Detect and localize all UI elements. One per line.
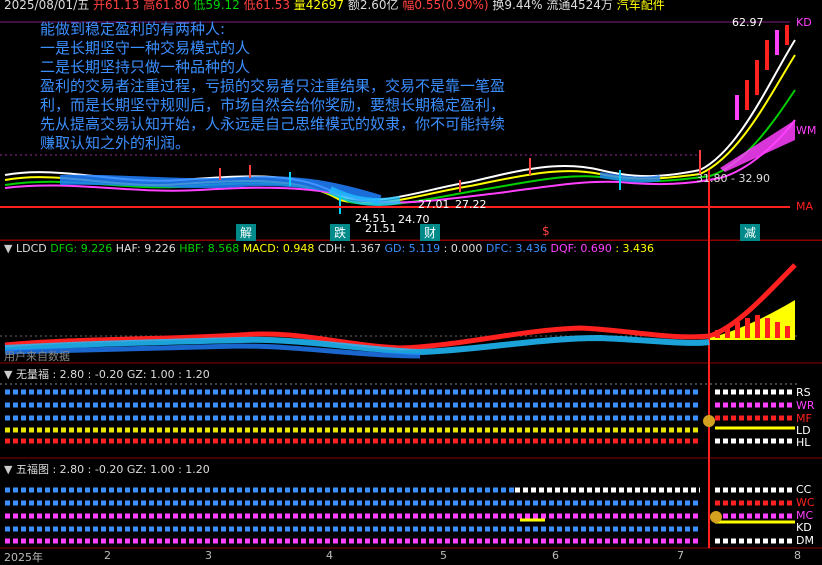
overlay-quote: 能做到稳定盈利的有两种人: 一是长期坚守一种交易模式的人 二是长期坚持只做一种品… xyxy=(40,20,560,153)
ldcd-dqf: DQF: 0.690 xyxy=(550,242,612,255)
ldcd-dfg: DFG: 9.226 xyxy=(50,242,113,255)
ldcd-macd: MACD: 0.948 xyxy=(242,242,315,255)
ldcd-cdh: CDH: 1.367 xyxy=(317,242,381,255)
x-axis-label: 2025年 xyxy=(4,551,43,564)
ldcd-footer: 用户来自数据 xyxy=(4,350,70,363)
wufutu-v1: : 2.80 xyxy=(52,463,85,476)
overlay-line: 先从提高交易认知开始，人永远是自己思维模式的奴隶，你不可能持续 xyxy=(40,115,506,133)
ldcd-header[interactable]: ▼ LDCD DFG: 9.226 HAF: 9.226 HBF: 8.568 … xyxy=(4,242,654,255)
ldcd-haf: HAF: 9.226 xyxy=(115,242,176,255)
overlay-line: 一是长期坚守一种交易模式的人 xyxy=(40,39,251,57)
overlay-line: 二是长期坚持只做一种品种的人 xyxy=(40,58,251,76)
collapse-icon[interactable]: ▼ xyxy=(4,463,12,476)
x-axis-label: 3 xyxy=(205,549,212,562)
ma-tag: MA xyxy=(796,200,814,213)
x-axis-label: 6 xyxy=(552,549,559,562)
label-b: 27.22 xyxy=(455,198,487,211)
ldcd-gd: GD: 5.119 xyxy=(384,242,441,255)
ldcd-last: : 3.436 xyxy=(615,242,655,255)
overlay-line: 利，而是长期坚守规则后，市场自然会给你奖励，要想长期稳定盈利， xyxy=(40,96,506,114)
signal-label: 跌 xyxy=(330,224,351,241)
ldcd-hbf: HBF: 8.568 xyxy=(179,242,240,255)
money-bag-icon xyxy=(703,415,715,427)
price-high-label: 62.97 xyxy=(732,16,764,29)
wft-tag: CC xyxy=(796,483,812,496)
wuliangfu-header[interactable]: ▼ 无量福 : 2.80 : -0.20 GZ: 1.00 : 1.20 xyxy=(4,366,210,382)
ldcd-dfc: DFC: 3.436 xyxy=(485,242,548,255)
x-axis-label: 4 xyxy=(326,549,333,562)
wlf-tag: RS xyxy=(796,386,811,399)
wufutu-v3: : 1.20 xyxy=(178,463,210,476)
overlay-line: 能做到稳定盈利的有两种人: xyxy=(40,20,226,38)
money-bag-icon xyxy=(710,511,722,523)
wufutu-header[interactable]: ▼ 五福图 : 2.80 : -0.20 GZ: 1.00 : 1.20 xyxy=(4,461,210,477)
wuliangfu-v1: : 2.80 xyxy=(52,368,85,381)
wuliangfu-gz: GZ: 1.00 xyxy=(126,368,175,381)
x-axis-label: 5 xyxy=(440,549,447,562)
wft-tag: KD xyxy=(796,521,812,534)
ldcd-zero: : 0.000 xyxy=(443,242,483,255)
x-axis-label: 2 xyxy=(104,549,111,562)
wuliangfu-name: 无量福 xyxy=(15,368,49,381)
collapse-icon[interactable]: ▼ xyxy=(4,368,12,381)
signal-label: 减 xyxy=(740,224,761,241)
collapse-icon[interactable]: ▼ xyxy=(4,242,12,255)
x-axis-label: 7 xyxy=(677,549,684,562)
wft-tag: DM xyxy=(796,534,814,547)
ldcd-name: LDCD xyxy=(15,242,47,255)
wuliangfu-v3: : 1.20 xyxy=(178,368,210,381)
overlay-line: 盈利的交易者注重过程，亏损的交易者只注重结果，交易不是靠一笔盈 xyxy=(40,77,506,95)
range-label: 31.80 - 32.90 xyxy=(696,172,770,185)
overlay-line: 赚取认知之外的利润。 xyxy=(40,134,191,152)
wufutu-name: 五福图 xyxy=(15,463,49,476)
wufutu-rows xyxy=(5,487,795,544)
x-axis-label: 8 xyxy=(794,549,801,562)
signal-label: 解 xyxy=(236,224,257,241)
label-a: 27.01 xyxy=(418,198,450,211)
wft-tag: WC xyxy=(796,496,815,509)
wlf-tag: WR xyxy=(796,399,815,412)
wlf-tag: HL xyxy=(796,436,811,449)
wufutu-v2: : -0.20 xyxy=(87,463,124,476)
wuliangfu-v2: : -0.20 xyxy=(87,368,124,381)
low-label-2: 21.51 xyxy=(365,222,397,235)
signal-label: $ xyxy=(542,224,550,238)
signal-label: 财 xyxy=(420,224,441,241)
wufutu-gz: GZ: 1.00 xyxy=(126,463,175,476)
wm-tag: WM xyxy=(796,124,817,137)
kd-tag: KD xyxy=(796,16,812,29)
wuliangfu-rows xyxy=(0,383,800,444)
